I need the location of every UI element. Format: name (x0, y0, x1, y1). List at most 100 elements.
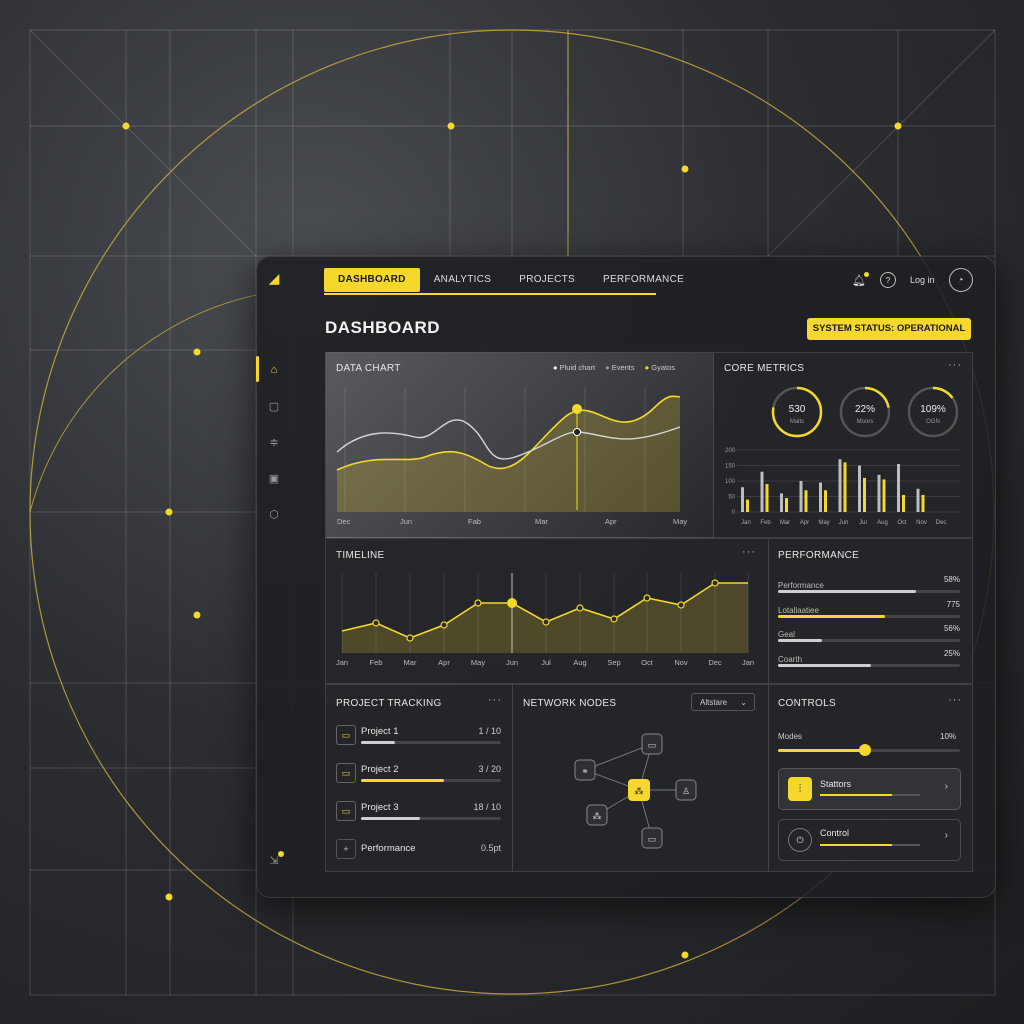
bar-yellow (746, 499, 749, 512)
performance-label: Coarth (778, 654, 803, 664)
button-fill (820, 844, 892, 846)
ring-label: OGN (926, 419, 940, 425)
project-row[interactable]: ▭ Project 2 3 / 20 (336, 763, 501, 791)
home-icon[interactable]: ⌂ (264, 360, 284, 380)
timeline-plot: Jan Feb Mar Apr May Jun Jul Aug Sep Oct Nov Dec Jan (336, 573, 754, 667)
tab-projects[interactable]: PROJECTS (505, 268, 589, 292)
performance-title: PERFORMANCE (778, 550, 860, 561)
x-tick: Jun (506, 658, 518, 667)
tab-performance[interactable]: PERFORMANCE (589, 268, 698, 292)
bar-yellow (902, 494, 905, 512)
folder-icon: ▭ (336, 725, 356, 745)
image-icon[interactable]: ▣ (264, 468, 284, 488)
power-icon: ⏻ (788, 828, 812, 852)
ring-value: 109% (920, 404, 946, 415)
project-value: 0.5pt (480, 843, 501, 853)
progress-fill (361, 741, 395, 744)
bar-yellow (882, 479, 886, 512)
folder-icon: ▭ (336, 763, 356, 783)
svg-text:⚭: ⚭ (581, 766, 589, 776)
slider-fill (778, 749, 866, 752)
x-tick: Jan (741, 520, 751, 526)
y-tick: 150 (725, 464, 736, 470)
x-tick: Jan (742, 658, 754, 667)
x-tick: Jun (839, 520, 849, 526)
control-button[interactable]: ⏻ Control › (778, 819, 961, 861)
x-tick: Feb (760, 520, 771, 526)
button-fill (820, 794, 892, 796)
x-tick: May (673, 517, 687, 526)
project-name: Project 1 (361, 726, 399, 737)
button-track (820, 794, 920, 796)
bar-yellow (765, 484, 769, 512)
svg-text:⁂: ⁂ (593, 811, 602, 821)
button-track (820, 844, 920, 846)
project-row[interactable]: + Performance 0.5pt (336, 839, 501, 867)
network-graph: ▭ ⚭ ♙ ⁂ ▭ ⁂ (574, 733, 697, 849)
bar-grey (897, 463, 900, 512)
chevron-right-icon: › (944, 830, 948, 841)
performance-row: Geal 56% (778, 624, 960, 642)
y-tick: 50 (728, 495, 735, 501)
ring-value: 530 (789, 404, 806, 415)
progress-track (778, 663, 960, 667)
progress-track (778, 614, 960, 618)
svg-text:▭: ▭ (648, 834, 657, 844)
y-tick: 0 (732, 510, 736, 516)
bar-grey (760, 471, 764, 512)
svg-text:♙: ♙ (682, 786, 690, 796)
progress-track (361, 741, 501, 744)
x-tick: Jan (336, 658, 348, 667)
bell-icon[interactable]: 🔔︎ (852, 271, 869, 287)
project-value: 18 / 10 (473, 802, 501, 812)
sliders-icon[interactable]: ≑ (264, 432, 284, 452)
performance-value: 56% (943, 624, 960, 633)
bar-grey (877, 474, 881, 512)
bar-yellow (804, 490, 808, 512)
bar-grey (741, 487, 744, 512)
x-tick: Mar (780, 520, 790, 526)
more-options-icon[interactable]: ··· (948, 694, 962, 706)
project-row[interactable]: ▭ Project 1 1 / 10 (336, 725, 501, 753)
sidebar-active-indicator (256, 356, 259, 382)
performance-value: 58% (943, 575, 960, 584)
tab-analytics[interactable]: ANALYTICS (420, 268, 506, 292)
y-tick: 100 (725, 479, 736, 485)
chevron-right-icon: › (944, 781, 948, 792)
x-tick: Aug (573, 658, 586, 667)
progress-track (361, 817, 501, 820)
x-tick: Dec (936, 520, 947, 526)
folder-icon: ▭ (336, 801, 356, 821)
x-tick: Apr (438, 658, 450, 667)
help-icon[interactable]: ? (879, 272, 896, 288)
login-link[interactable]: Log in (910, 275, 935, 285)
x-tick: Dec (708, 658, 722, 667)
modes-slider[interactable] (778, 744, 960, 756)
user-avatar-icon[interactable]: ◔ (948, 268, 973, 292)
x-tick: Apr (800, 520, 809, 526)
bar-grey (819, 482, 822, 512)
project-row[interactable]: ▭ Project 3 18 / 10 (336, 801, 501, 829)
bar-grey (838, 459, 842, 512)
logo-icon[interactable]: ◢ (264, 268, 284, 288)
cube-icon[interactable]: ⬡ (264, 504, 284, 524)
project-name: Project 2 (361, 764, 399, 775)
performance-label: Geal (778, 630, 795, 639)
y-tick: 200 (725, 448, 736, 454)
x-tick: Jul (541, 658, 551, 667)
progress-track (778, 590, 960, 593)
x-tick: May (471, 658, 485, 667)
bar-yellow (785, 498, 788, 512)
tab-dashboard[interactable]: DASHBOARD (324, 268, 420, 292)
top-tabs: DASHBOARD ANALYTICS PROJECTS PERFORMANCE (324, 267, 684, 295)
clipboard-icon[interactable]: ▢ (264, 396, 284, 416)
progress-fill (778, 663, 871, 667)
x-tick: Mar (535, 517, 548, 526)
stattors-button[interactable]: ⫶ Stattors › (778, 768, 961, 810)
more-options-icon[interactable]: ··· (488, 694, 502, 706)
bar-yellow (824, 490, 827, 512)
notification-dot (278, 851, 284, 857)
top-right-actions: 🔔︎ ? Log in ◔ (852, 268, 973, 292)
button-label: Control (820, 828, 850, 838)
bar-yellow (921, 494, 925, 512)
